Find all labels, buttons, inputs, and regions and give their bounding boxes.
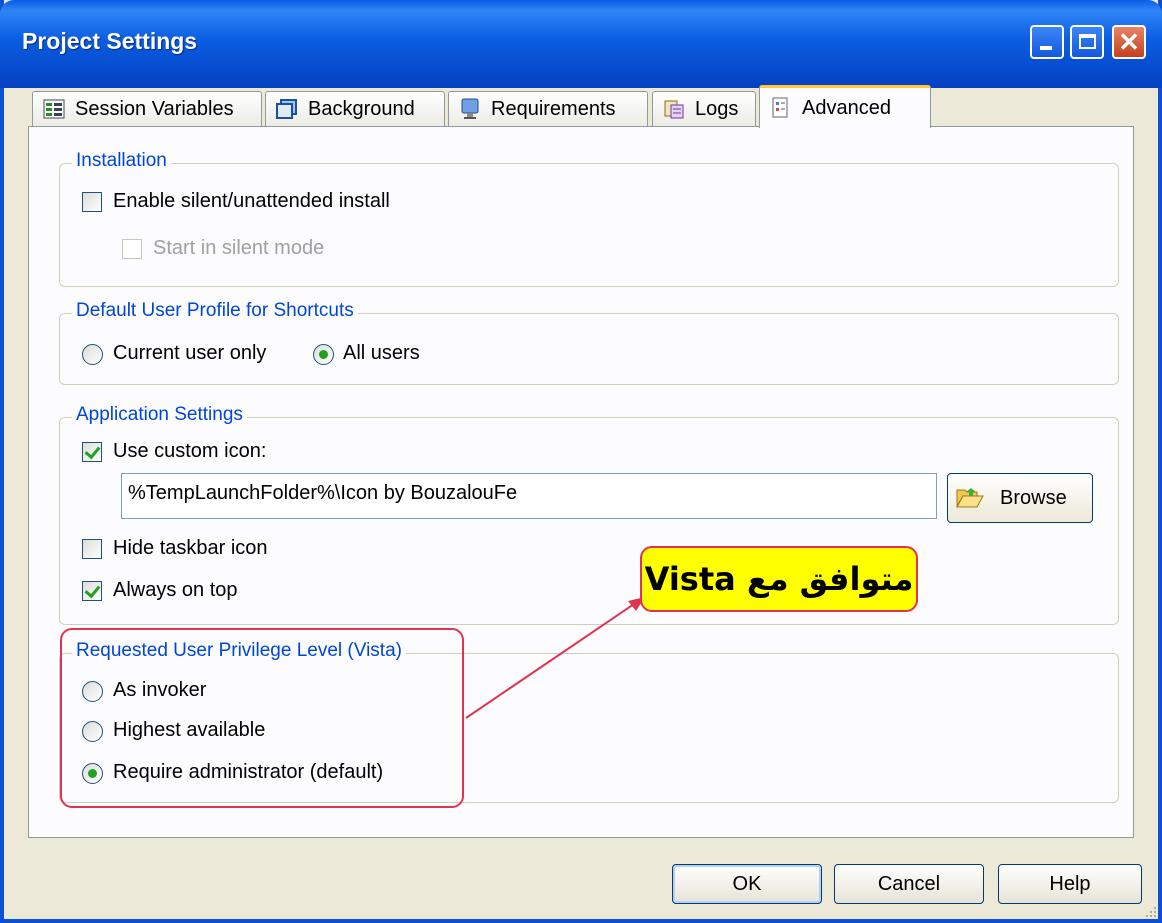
close-button[interactable]: ✕ bbox=[1112, 25, 1146, 59]
current-user-label[interactable]: Current user only bbox=[113, 342, 266, 365]
help-button[interactable]: Help bbox=[998, 864, 1142, 904]
current-user-radio[interactable] bbox=[82, 344, 103, 365]
maximize-button[interactable] bbox=[1070, 25, 1104, 59]
all-users-radio[interactable] bbox=[313, 344, 334, 365]
hide-taskbar-label[interactable]: Hide taskbar icon bbox=[113, 537, 268, 560]
browse-label: Browse bbox=[1000, 486, 1067, 509]
start-silent-label[interactable]: Start in silent mode bbox=[153, 237, 324, 260]
requirements-icon bbox=[461, 98, 479, 119]
tab-advanced[interactable]: Advanced bbox=[759, 85, 931, 128]
callout-text: متوافق مع Vista bbox=[644, 560, 914, 598]
help-label: Help bbox=[1049, 872, 1091, 895]
annotation-highlight-box bbox=[60, 628, 464, 808]
all-users-label[interactable]: All users bbox=[343, 342, 420, 365]
default-profile-legend: Default User Profile for Shortcuts bbox=[72, 300, 358, 322]
use-custom-icon-checkbox[interactable] bbox=[82, 442, 102, 462]
enable-silent-checkbox[interactable] bbox=[82, 192, 102, 212]
window-title: Project Settings bbox=[22, 28, 198, 54]
tab-label: Background bbox=[308, 97, 415, 120]
advanced-icon bbox=[772, 97, 788, 118]
installation-group: Installation bbox=[59, 150, 1119, 287]
use-custom-icon-label[interactable]: Use custom icon: bbox=[113, 440, 266, 463]
resize-grip-icon[interactable] bbox=[1144, 905, 1158, 919]
cancel-label: Cancel bbox=[877, 872, 941, 895]
installation-legend: Installation bbox=[72, 150, 171, 172]
folder-open-icon bbox=[956, 488, 984, 508]
tab-requirements[interactable]: Requirements bbox=[448, 91, 648, 126]
ok-button[interactable]: OK bbox=[672, 864, 822, 904]
background-icon bbox=[276, 99, 297, 119]
enable-silent-label[interactable]: Enable silent/unattended install bbox=[113, 190, 390, 213]
tab-session-variables[interactable]: Session Variables bbox=[32, 91, 262, 126]
icon-path-input[interactable]: %TempLaunchFolder%\Icon by BouzalouFe bbox=[121, 473, 937, 519]
vista-callout: متوافق مع Vista bbox=[640, 546, 918, 612]
close-icon: ✕ bbox=[1118, 27, 1140, 57]
title-bar[interactable]: Project Settings ✕ bbox=[0, 0, 1162, 88]
tab-logs[interactable]: Logs bbox=[652, 91, 756, 126]
always-on-top-checkbox[interactable] bbox=[82, 581, 102, 601]
tab-label: Logs bbox=[695, 97, 739, 120]
session-variables-icon bbox=[43, 99, 65, 119]
logs-icon bbox=[664, 100, 684, 119]
icon-path-value: %TempLaunchFolder%\Icon by BouzalouFe bbox=[128, 482, 518, 504]
tab-label: Advanced bbox=[802, 96, 891, 119]
tab-label: Session Variables bbox=[75, 97, 234, 120]
tab-label: Requirements bbox=[491, 97, 616, 120]
start-silent-checkbox[interactable] bbox=[122, 239, 142, 259]
minimize-button[interactable] bbox=[1030, 25, 1064, 59]
application-settings-legend: Application Settings bbox=[72, 404, 247, 426]
hide-taskbar-checkbox[interactable] bbox=[82, 539, 102, 559]
tab-background[interactable]: Background bbox=[265, 91, 445, 126]
cancel-button[interactable]: Cancel bbox=[834, 864, 984, 904]
browse-button[interactable]: Browse bbox=[947, 473, 1093, 523]
always-on-top-label[interactable]: Always on top bbox=[113, 579, 238, 602]
ok-label: OK bbox=[732, 872, 762, 895]
